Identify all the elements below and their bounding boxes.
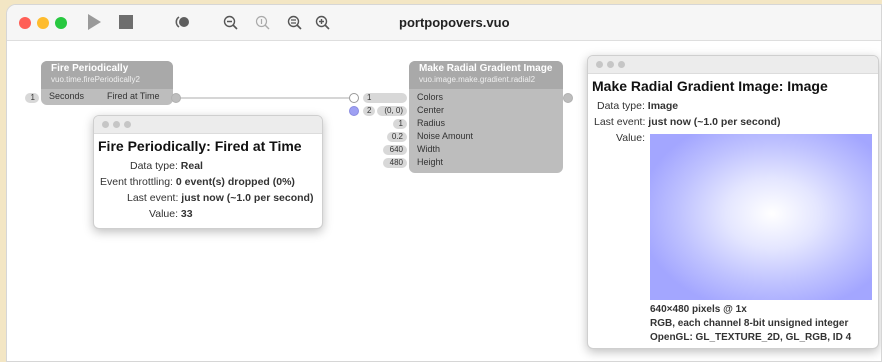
data-type-row: Data type: Image xyxy=(597,100,679,112)
popover-zoom-button[interactable] xyxy=(124,121,131,128)
node-title: Fire Periodically xyxy=(51,63,129,74)
colors-list-count[interactable]: 2 xyxy=(363,106,375,116)
fired-at-time-port[interactable] xyxy=(171,93,181,103)
radius-constant[interactable]: 1 xyxy=(393,119,407,129)
value-label: Value: xyxy=(616,132,645,144)
image-size-info: 640×480 pixels @ 1x xyxy=(650,304,747,315)
center-constant[interactable]: (0, 0) xyxy=(377,106,407,116)
popover-zoom-button[interactable] xyxy=(618,61,625,68)
gradient-image-preview xyxy=(650,134,872,300)
popover-title: Fire Periodically: Fired at Time xyxy=(98,138,302,154)
node-title: Make Radial Gradient Image xyxy=(419,63,553,74)
node-class-name: vuo.time.firePeriodically2 xyxy=(51,75,140,84)
close-window-button[interactable] xyxy=(19,17,31,29)
popover-close-button[interactable] xyxy=(102,121,109,128)
zoom-window-button[interactable] xyxy=(55,17,67,29)
seconds-port-label: Seconds xyxy=(49,91,85,101)
colors-constant[interactable]: 1 xyxy=(363,93,407,103)
zoom-actual-icon[interactable] xyxy=(253,11,271,33)
event-throttling-row: Event throttling: 0 event(s) dropped (0%… xyxy=(100,176,295,188)
popover-titlebar[interactable] xyxy=(94,116,322,134)
width-constant[interactable]: 640 xyxy=(383,145,407,155)
editor-window: portpopovers.vuo Fire Periodically vuo.t… xyxy=(6,4,882,362)
refresh-port[interactable] xyxy=(349,93,359,103)
popover-titlebar[interactable] xyxy=(588,56,878,74)
value-row: Value: 33 xyxy=(149,208,193,220)
popover-close-button[interactable] xyxy=(596,61,603,68)
popover-minimize-button[interactable] xyxy=(607,61,614,68)
zoom-out-icon[interactable] xyxy=(221,11,239,33)
fire-periodically-node[interactable]: Fire Periodically vuo.time.firePeriodica… xyxy=(41,61,173,105)
minimize-window-button[interactable] xyxy=(37,17,49,29)
image-popover[interactable]: Make Radial Gradient Image: Image Data t… xyxy=(587,55,879,349)
show-events-icon[interactable] xyxy=(171,11,193,33)
width-port-label: Width xyxy=(417,144,441,154)
height-constant[interactable]: 480 xyxy=(383,158,407,168)
node-class-name: vuo.image.make.gradient.radial2 xyxy=(419,75,536,84)
popover-title: Make Radial Gradient Image: Image xyxy=(592,78,828,94)
radius-port-label: Radius xyxy=(417,118,446,128)
stop-icon[interactable] xyxy=(117,11,135,33)
radial-gradient-node[interactable]: Make Radial Gradient Image vuo.image.mak… xyxy=(409,61,563,173)
image-output-port[interactable] xyxy=(563,93,573,103)
data-type-row: Data type: Real xyxy=(130,160,203,172)
last-event-row: Last event: just now (~1.0 per second) xyxy=(594,116,781,128)
fired-at-time-port-label: Fired at Time xyxy=(107,91,160,101)
center-port-label: Center xyxy=(417,105,445,115)
fired-at-time-popover[interactable]: Fire Periodically: Fired at Time Data ty… xyxy=(93,115,323,229)
seconds-constant[interactable]: 1 xyxy=(25,93,39,103)
colors-port-label: Colors xyxy=(417,92,444,102)
popover-minimize-button[interactable] xyxy=(113,121,120,128)
zoom-in-icon[interactable] xyxy=(313,11,331,33)
zoom-fit-icon[interactable] xyxy=(285,11,303,33)
height-port-label: Height xyxy=(417,157,444,167)
composition-canvas[interactable]: Fire Periodically vuo.time.firePeriodica… xyxy=(7,41,881,361)
noise-amount-constant[interactable]: 0.2 xyxy=(387,132,407,142)
noise-amount-port-label: Noise Amount xyxy=(417,131,474,141)
colors-port[interactable] xyxy=(349,106,359,116)
last-event-row: Last event: just now (~1.0 per second) xyxy=(127,192,314,204)
image-opengl-info: OpenGL: GL_TEXTURE_2D, GL_RGB, ID 4 xyxy=(650,332,852,343)
play-icon[interactable] xyxy=(83,11,105,33)
titlebar: portpopovers.vuo xyxy=(7,5,881,41)
window-title: portpopovers.vuo xyxy=(399,15,510,30)
image-format-info: RGB, each channel 8-bit unsigned integer xyxy=(650,318,849,329)
